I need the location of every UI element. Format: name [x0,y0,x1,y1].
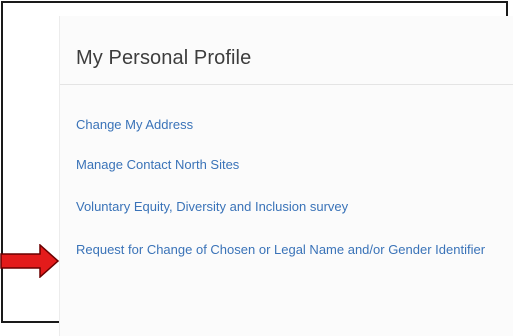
arrow-right-icon [0,244,60,278]
equity-diversity-survey-link[interactable]: Voluntary Equity, Diversity and Inclusio… [76,197,348,217]
change-address-link[interactable]: Change My Address [76,115,193,135]
personal-profile-panel: My Personal Profile Change My Address Ma… [59,16,513,336]
change-name-gender-request-link[interactable]: Request for Change of Chosen or Legal Na… [76,240,496,260]
manage-contact-north-sites-link[interactable]: Manage Contact North Sites [76,155,239,175]
title-divider [60,84,513,85]
panel-title: My Personal Profile [76,47,252,69]
